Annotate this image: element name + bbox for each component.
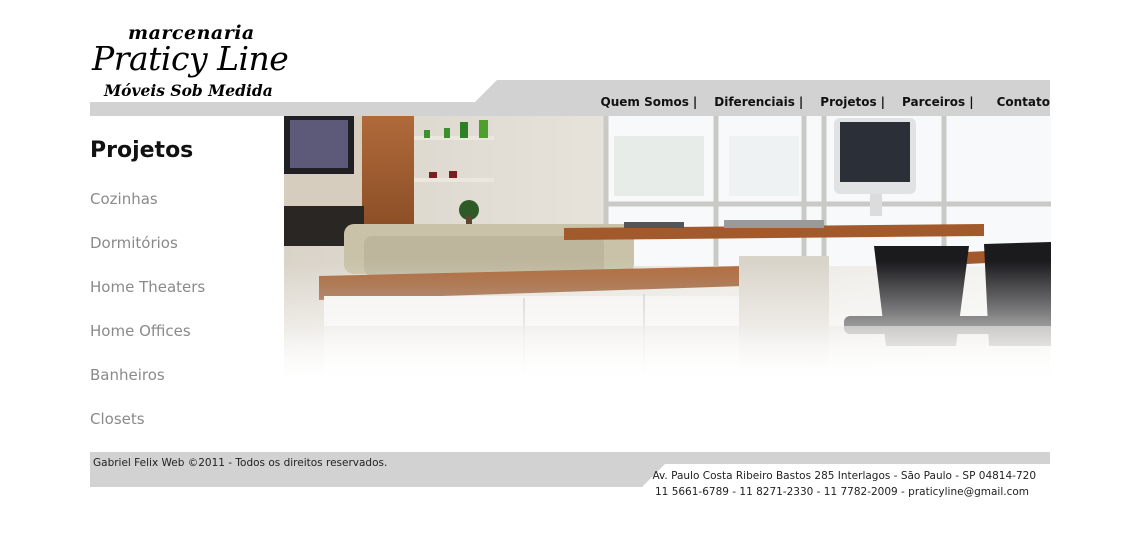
sidebar-item-home-theaters[interactable]: Home Theaters [90,278,205,296]
nav-quem-somos[interactable]: Quem Somos [601,95,689,109]
sidebar-item-home-offices[interactable]: Home Offices [90,322,191,340]
nav-separator: | [798,95,804,109]
nav-diferenciais[interactable]: Diferenciais [714,95,795,109]
nav-contato[interactable]: Contato [997,95,1050,109]
project-photo [284,116,1051,380]
sidebar-item-dormitorios[interactable]: Dormitórios [90,234,178,252]
footer-address: Av. Paulo Costa Ribeiro Bastos 285 Inter… [652,470,1036,482]
sidebar: Projetos Cozinhas Dormitórios Home Theat… [90,138,205,428]
sidebar-item-cozinhas[interactable]: Cozinhas [90,190,158,208]
nav-separator: | [880,95,886,109]
nav-separator: | [969,95,974,109]
logo-line-brand: Praticy Line [92,39,289,78]
nav-separator: | [692,95,698,109]
footer-contact: Av. Paulo Costa Ribeiro Bastos 285 Inter… [652,468,1036,500]
page-title: Projetos [90,138,194,163]
main-nav: Quem Somos | Diferenciais | Projetos | Parceir… [601,95,1050,109]
nav-parceiros[interactable]: Parceiros [902,95,965,109]
sidebar-item-banheiros[interactable]: Banheiros [90,366,165,384]
footer-phones-email: 11 5661-6789 - 11 8271-2330 - 11 7782-20… [655,486,1029,498]
copyright-text: Gabriel Felix Web ©2011 - Todos os direi… [93,457,388,469]
nav-projetos[interactable]: Projetos [820,95,876,109]
sidebar-item-closets[interactable]: Closets [90,410,145,428]
